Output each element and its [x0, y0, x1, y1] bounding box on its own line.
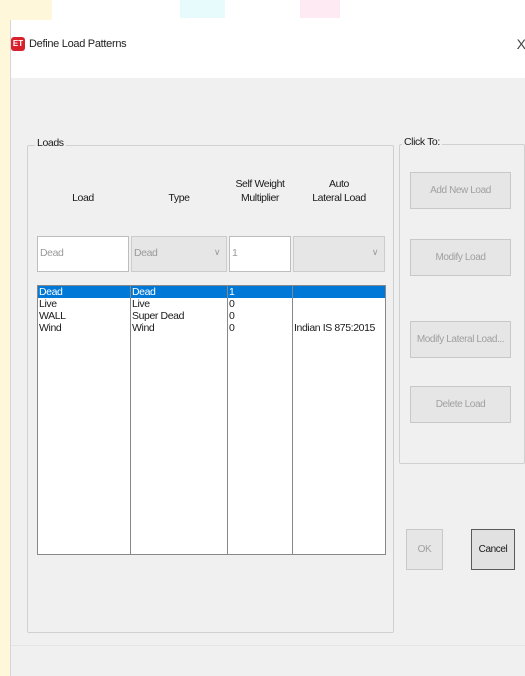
list-item[interactable]: 1 [228, 286, 292, 298]
load-name-input[interactable]: Dead [37, 236, 129, 272]
list-item[interactable]: Live [38, 298, 130, 310]
ok-button[interactable]: OK [406, 529, 443, 570]
column-header-type: Type [168, 192, 190, 204]
app-icon: ET [11, 37, 25, 51]
delete-load-button[interactable]: Delete Load [410, 386, 511, 423]
loads-group-label: Loads [35, 137, 66, 149]
list-item[interactable]: Wind [131, 322, 227, 334]
chevron-down-icon: ∨ [213, 247, 221, 257]
window-title: Define Load Patterns [29, 38, 127, 50]
column-header-load: Load [72, 192, 94, 204]
list-item[interactable]: Live [131, 298, 227, 310]
list-item[interactable]: WALL [38, 310, 130, 322]
add-new-load-button[interactable]: Add New Load [410, 172, 511, 209]
list-item[interactable]: Dead [131, 286, 227, 298]
modify-lateral-load-button[interactable]: Modify Lateral Load... [410, 321, 511, 358]
cancel-button[interactable]: Cancel [471, 529, 515, 570]
multiplier-input[interactable]: 1 [229, 236, 291, 272]
divider [11, 645, 525, 646]
list-item[interactable]: 0 [228, 310, 292, 322]
click-to-group-label: Click To: [402, 136, 442, 148]
list-item[interactable]: Indian IS 875:2015 [293, 322, 385, 334]
column-header-self-weight-multiplier: Self Weight Multiplier [235, 178, 285, 204]
close-icon[interactable]: X [517, 36, 525, 52]
type-list[interactable]: Dead Live Super Dead Wind [130, 285, 228, 555]
column-header-auto-lateral-load: Auto Lateral Load [312, 178, 366, 204]
list-item[interactable]: 0 [228, 322, 292, 334]
define-load-patterns-dialog: ET Define Load Patterns X Loads Load Typ… [10, 20, 525, 676]
chevron-down-icon: ∨ [371, 247, 379, 257]
modify-load-button[interactable]: Modify Load [410, 239, 511, 276]
background-tile [180, 0, 225, 18]
list-item[interactable]: Super Dead [131, 310, 227, 322]
type-combobox[interactable]: Dead ∨ [131, 236, 227, 272]
list-item[interactable]: Wind [38, 322, 130, 334]
auto-lateral-combobox[interactable]: ∨ [293, 236, 385, 272]
list-item[interactable] [293, 298, 385, 310]
title-bar: ET Define Load Patterns X [11, 20, 525, 78]
list-item[interactable]: Dead [38, 286, 130, 298]
auto-lateral-list[interactable]: Indian IS 875:2015 [292, 285, 386, 555]
list-item[interactable] [293, 310, 385, 322]
multiplier-list[interactable]: 1 0 0 0 [227, 285, 293, 555]
list-item[interactable] [293, 286, 385, 298]
background-tile [300, 0, 340, 18]
load-list[interactable]: Dead Live WALL Wind [37, 285, 131, 555]
type-combobox-value: Dead [134, 247, 158, 259]
list-item[interactable]: 0 [228, 298, 292, 310]
